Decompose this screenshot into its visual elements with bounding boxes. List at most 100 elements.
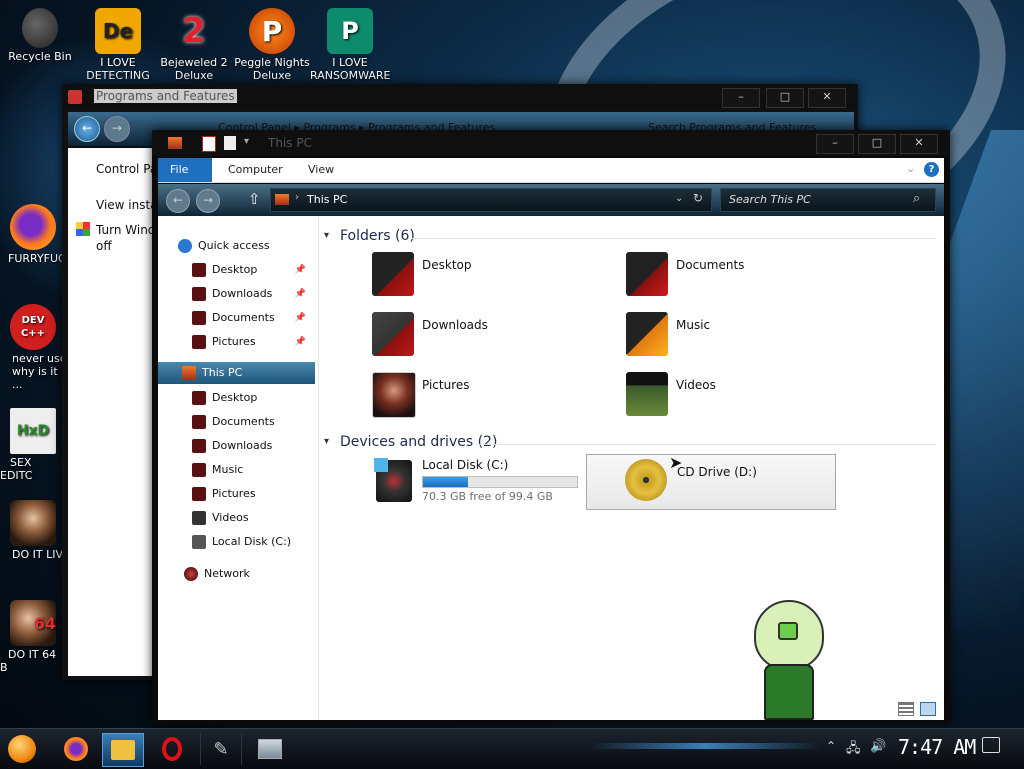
videos-folder-icon xyxy=(192,511,206,525)
ribbon: File Computer View ⌄ ? xyxy=(158,158,944,183)
desktop-icon-peggle[interactable]: P Peggle Nights Deluxe xyxy=(232,8,312,82)
sidebar-link-windows-features[interactable]: Turn Wind xyxy=(96,223,155,237)
desktop-icon-firefox[interactable]: FURRYFUC xyxy=(0,204,66,265)
notifications-icon[interactable] xyxy=(982,737,1000,753)
desktop-icon-label: DO IT 64 B xyxy=(0,648,57,674)
desktop-icon-portrait-1[interactable]: DO IT LIV xyxy=(0,500,64,561)
folder-desktop[interactable]: Desktop xyxy=(372,252,592,304)
network-tray-icon[interactable]: 🖧 xyxy=(846,739,861,761)
nav-qa-pictures[interactable]: Pictures 📌 xyxy=(192,332,312,352)
desktop-icon-hxd[interactable]: HxD SEX EDITC xyxy=(0,408,64,482)
drive-cd[interactable]: CD Drive (D:) ➤ xyxy=(586,453,836,510)
chevron-down-icon[interactable]: ▾ xyxy=(244,136,249,147)
new-folder-icon[interactable] xyxy=(224,136,236,150)
peggle-icon: P xyxy=(249,8,295,54)
nav-pc-local-disk[interactable]: Local Disk (C:) xyxy=(192,532,291,552)
nav-label: Music xyxy=(212,463,244,476)
minimize-button[interactable]: – xyxy=(722,88,760,108)
refresh-icon[interactable]: ↻ xyxy=(693,191,703,205)
back-arrow-icon[interactable]: ← xyxy=(166,189,190,213)
clock[interactable]: 7:47 AM xyxy=(898,735,976,759)
nav-label: Network xyxy=(204,567,250,580)
nav-qa-desktop[interactable]: Desktop 📌 xyxy=(192,260,312,280)
star-icon xyxy=(178,239,192,253)
details-view-icon[interactable] xyxy=(898,702,914,716)
videos-folder-icon xyxy=(626,372,668,416)
sidebar-link-windows-features-off[interactable]: off xyxy=(96,239,112,253)
desktop-icon-devcpp[interactable]: DEV C++ never use why is it ... xyxy=(0,304,67,391)
taskbar-firefox[interactable] xyxy=(56,733,96,765)
drive-name: Local Disk (C:) xyxy=(422,458,509,472)
desktop-icon-recycle-bin[interactable]: Recycle Bin xyxy=(0,8,80,63)
devices-header[interactable]: Devices and drives (2) xyxy=(340,434,497,450)
desktop-icon-bejeweled[interactable]: 2 Bejeweled 2 Deluxe xyxy=(154,8,234,83)
address-bar-area: ← → ⇧ › This PC ⌄ ↻ Search This PC ⌕ xyxy=(158,184,944,216)
bejeweled-icon: 2 xyxy=(182,10,206,51)
nav-pc-desktop[interactable]: Desktop xyxy=(192,388,257,408)
help-icon[interactable]: ? xyxy=(924,162,939,177)
maximize-button[interactable]: □ xyxy=(766,88,804,108)
nav-qa-documents[interactable]: Documents 📌 xyxy=(192,308,312,328)
desktop-icon-portrait-2[interactable]: 64 DO IT 64 B xyxy=(0,600,64,674)
folders-header[interactable]: Folders (6) xyxy=(340,228,415,244)
taskbar-control-panel[interactable] xyxy=(250,733,290,765)
nav-pc-documents[interactable]: Documents xyxy=(192,412,275,432)
back-arrow-icon[interactable]: ← xyxy=(74,116,100,142)
ribbon-expand-icon[interactable]: ⌄ xyxy=(906,162,915,175)
tab-view[interactable]: View xyxy=(296,158,346,182)
folder-pictures[interactable]: Pictures xyxy=(372,372,592,424)
folder-downloads[interactable]: Downloads xyxy=(372,312,592,364)
forward-arrow-icon[interactable]: → xyxy=(104,116,130,142)
nav-this-pc[interactable]: This PC xyxy=(158,362,315,384)
downloads-folder-icon xyxy=(372,312,414,356)
nav-pc-music[interactable]: Music xyxy=(192,460,243,480)
up-arrow-icon[interactable]: ⇧ xyxy=(248,190,261,208)
collapse-arrow-icon[interactable]: ▾ xyxy=(324,230,329,241)
nav-qa-downloads[interactable]: Downloads 📌 xyxy=(192,284,312,304)
taskbar-file-explorer[interactable] xyxy=(102,733,144,767)
window-titlebar[interactable]: ▾ This PC – □ ✕ xyxy=(152,130,950,156)
taskbar-opera[interactable] xyxy=(152,733,192,765)
nav-pc-pictures[interactable]: Pictures xyxy=(192,484,256,504)
desktop-icon-detecting[interactable]: De I LOVE DETECTING xyxy=(78,8,158,82)
nav-pc-downloads[interactable]: Downloads xyxy=(192,436,272,456)
sidebar-link-view-installed[interactable]: View insta xyxy=(96,198,158,212)
start-button[interactable] xyxy=(2,733,42,765)
firefox-icon xyxy=(64,737,88,761)
window-titlebar[interactable]: Programs and Features – □ ✕ xyxy=(62,84,858,110)
tab-computer[interactable]: Computer xyxy=(216,158,295,182)
desktop-icon-label: Peggle Nights Deluxe xyxy=(234,56,310,82)
taskbar-decoration-stripe xyxy=(590,743,820,749)
forward-arrow-icon[interactable]: → xyxy=(196,189,220,213)
nav-quick-access[interactable]: Quick access xyxy=(178,236,270,256)
recycle-bin-icon xyxy=(22,8,58,48)
drive-local-disk[interactable]: Local Disk (C:) 70.3 GB free of 99.4 GB xyxy=(372,458,582,510)
nav-network[interactable]: Network xyxy=(184,564,250,584)
devcpp-icon: DEV C++ xyxy=(10,304,56,350)
close-button[interactable]: ✕ xyxy=(808,88,846,108)
folder-music[interactable]: Music xyxy=(626,312,846,364)
close-button[interactable]: ✕ xyxy=(900,134,938,154)
show-hidden-icons[interactable]: ⌃ xyxy=(826,739,836,753)
mascot-character-image xyxy=(748,600,828,720)
tab-file[interactable]: File xyxy=(158,158,212,182)
desktop-icon-ransomware[interactable]: P I LOVE RANSOMWARE xyxy=(310,8,390,82)
folder-documents[interactable]: Documents xyxy=(626,252,846,304)
volume-icon[interactable]: 🔊 xyxy=(870,739,886,754)
search-box[interactable]: Search This PC ⌕ xyxy=(720,188,936,212)
maximize-button[interactable]: □ xyxy=(858,134,896,154)
nav-pc-videos[interactable]: Videos xyxy=(192,508,249,528)
quick-toolbar-icon[interactable] xyxy=(202,136,216,152)
folder-videos[interactable]: Videos xyxy=(626,372,846,424)
minimize-button[interactable]: – xyxy=(816,134,854,154)
this-pc-window[interactable]: ▾ This PC – □ ✕ File Computer View ⌄ ? ←… xyxy=(152,130,950,724)
sidebar-link-control-panel[interactable]: Control Pa xyxy=(96,162,157,176)
drive-free-space: 70.3 GB free of 99.4 GB xyxy=(422,490,553,503)
address-dropdown-icon[interactable]: ⌄ xyxy=(675,193,683,204)
large-icons-view-icon[interactable] xyxy=(920,702,936,716)
taskbar-app[interactable]: ✎ xyxy=(200,733,242,765)
collapse-arrow-icon[interactable]: ▾ xyxy=(324,436,329,447)
mouse-cursor-icon: ➤ xyxy=(669,453,683,472)
documents-folder-icon xyxy=(626,252,668,296)
address-field[interactable]: › This PC ⌄ ↻ xyxy=(270,188,712,212)
